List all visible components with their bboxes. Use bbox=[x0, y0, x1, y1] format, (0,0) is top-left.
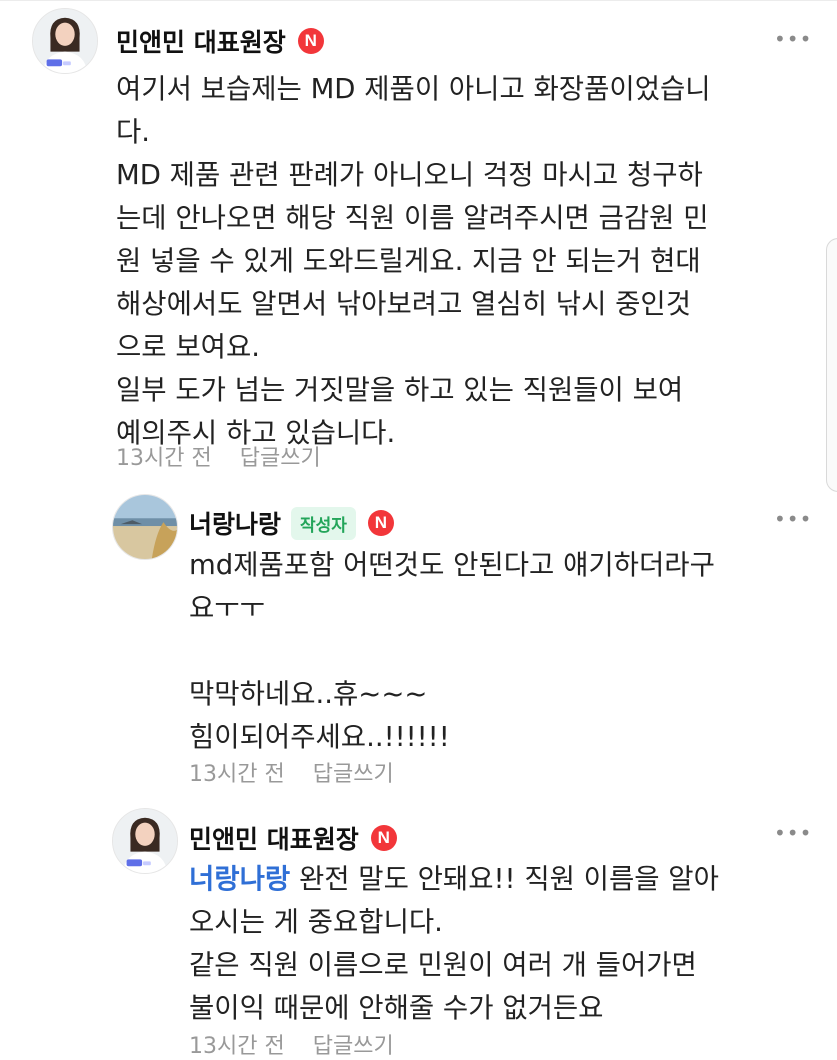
reply-button[interactable]: 답글쓰기 bbox=[313, 762, 394, 787]
avatar[interactable] bbox=[112, 494, 178, 560]
comment-meta: 13시간 전 답글쓰기 bbox=[116, 440, 321, 472]
reply-button[interactable]: 답글쓰기 bbox=[240, 446, 321, 471]
n-badge-icon: N bbox=[367, 510, 394, 536]
avatar[interactable] bbox=[112, 808, 178, 874]
more-options-icon[interactable]: ••• bbox=[774, 509, 812, 529]
comment-meta: 13시간 전 답글쓰기 bbox=[189, 756, 394, 788]
beach-photo-avatar-icon bbox=[113, 495, 177, 559]
n-badge-icon: N bbox=[370, 825, 397, 851]
top-divider bbox=[0, 0, 837, 1]
doctor-avatar-icon bbox=[113, 809, 177, 873]
more-options-icon[interactable]: ••• bbox=[774, 823, 812, 843]
comment-author[interactable]: 민앤민 대표원장 N bbox=[189, 820, 397, 856]
reply-button[interactable]: 답글쓰기 bbox=[313, 1034, 394, 1059]
n-badge-icon: N bbox=[297, 28, 324, 54]
comment-meta: 13시간 전 답글쓰기 bbox=[189, 1028, 394, 1060]
comment-body: 여기서 보습제는 MD 제품이 아니고 화장품이었습니 다. MD 제품 관련 … bbox=[116, 73, 711, 449]
more-options-icon[interactable]: ••• bbox=[774, 29, 812, 49]
comment-author[interactable]: 민앤민 대표원장 N bbox=[116, 23, 324, 59]
avatar[interactable] bbox=[32, 8, 98, 74]
comment-author[interactable]: 너랑나랑 작성자 N bbox=[189, 505, 394, 541]
comment-time: 13시간 전 bbox=[116, 446, 212, 471]
comment-body: 너랑나랑 완전 말도 안돼요!! 직원 이름을 알아 오시는 게 중요합니다. … bbox=[189, 858, 819, 1030]
mention-link[interactable]: 너랑나랑 bbox=[189, 863, 290, 895]
comment-time: 13시간 전 bbox=[189, 1034, 285, 1059]
doctor-avatar-icon bbox=[33, 9, 97, 73]
author-tag: 작성자 bbox=[291, 506, 356, 540]
comment-body: md제품포함 어떤것도 안된다고 얘기하더라구 요ㅜㅜ 막막하네요..휴~~~ … bbox=[189, 549, 715, 753]
comment-time: 13시간 전 bbox=[189, 762, 285, 787]
scrollbar[interactable] bbox=[826, 238, 837, 492]
